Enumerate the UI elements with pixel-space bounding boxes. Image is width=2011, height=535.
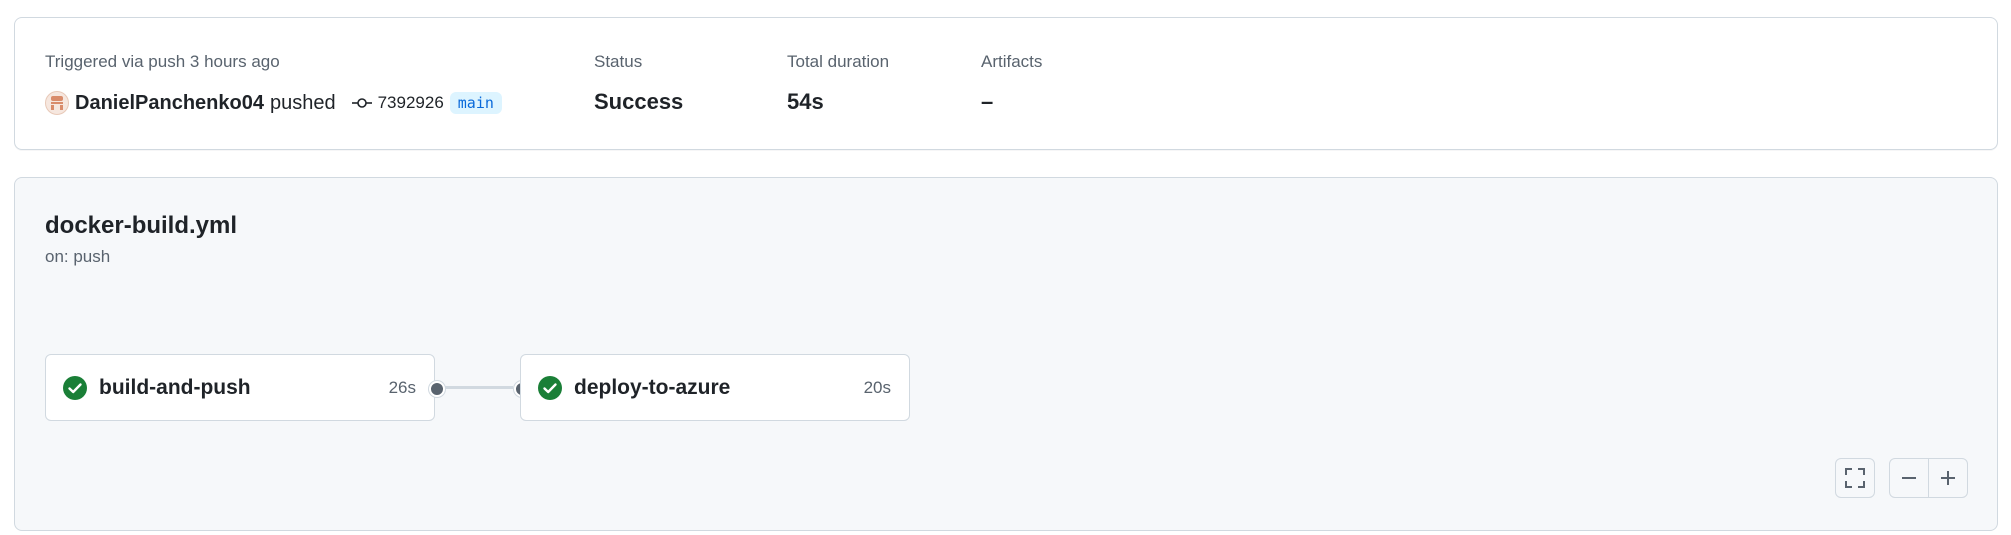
trigger-description: Triggered via push 3 hours ago — [45, 52, 280, 71]
run-summary-card: Triggered via push 3 hours ago DanielPan… — [14, 17, 1998, 150]
job-build-and-push[interactable]: build-and-push 26s — [45, 354, 435, 421]
duration-label: Total duration — [787, 52, 890, 71]
check-circle-icon — [538, 375, 562, 400]
avatar-identicon-icon — [51, 96, 63, 110]
artifacts-value: – — [981, 89, 994, 114]
minus-icon — [1902, 477, 1916, 479]
job-deploy-to-azure[interactable]: deploy-to-azure 20s — [520, 354, 910, 421]
artifacts-label: Artifacts — [981, 52, 1043, 71]
avatar[interactable] — [45, 91, 69, 115]
job-name: build-and-push — [99, 375, 251, 399]
job-duration: 26s — [388, 377, 416, 397]
job-name: deploy-to-azure — [574, 375, 731, 399]
workflow-file-name[interactable]: docker-build.yml — [45, 212, 237, 240]
status-block: Status Success — [594, 52, 683, 115]
status-value: Success — [594, 89, 684, 114]
actor-link[interactable]: DanielPanchenko04 — [75, 92, 264, 115]
job-duration: 20s — [863, 377, 891, 397]
duration-block: Total duration 54s — [787, 52, 889, 115]
artifacts-block: Artifacts – — [981, 52, 1042, 115]
commit-sha-link[interactable]: 7392926 — [378, 93, 444, 113]
fullscreen-button[interactable] — [1835, 458, 1875, 498]
fullscreen-icon — [1845, 468, 1865, 488]
check-circle-icon — [63, 375, 87, 400]
workflow-graph-card: docker-build.yml on: push build-and-push… — [14, 177, 1998, 531]
status-label: Status — [594, 52, 643, 71]
connector-start-dot — [429, 381, 445, 397]
zoom-out-button[interactable] — [1889, 458, 1929, 498]
workflow-trigger: on: push — [45, 247, 111, 266]
action-text: pushed — [269, 91, 336, 114]
branch-label[interactable]: main — [449, 92, 502, 114]
zoom-in-button[interactable] — [1928, 458, 1968, 498]
duration-value: 54s — [787, 89, 824, 114]
trigger-row: DanielPanchenko04 pushed 7392926 main — [45, 88, 502, 118]
plus-icon — [1941, 471, 1955, 485]
git-commit-icon — [351, 96, 372, 110]
